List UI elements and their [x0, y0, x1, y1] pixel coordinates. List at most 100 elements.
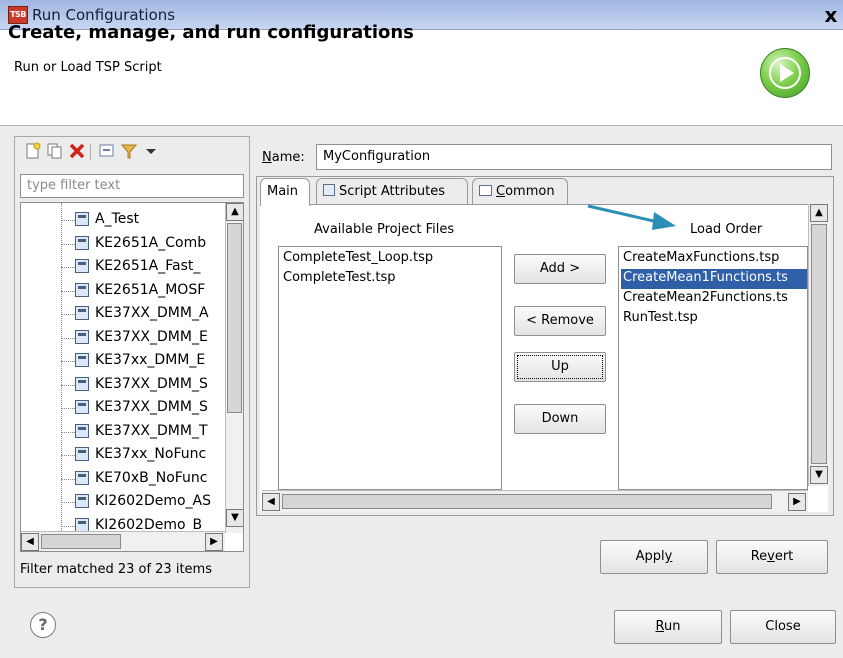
- tree-item-label: KI2602Demo_AS: [95, 493, 211, 509]
- tab-common[interactable]: Common: [472, 178, 568, 204]
- load-order-list[interactable]: CreateMaxFunctions.tsp CreateMean1Functio…: [618, 246, 808, 490]
- tab-common-rest: ommon: [505, 184, 555, 199]
- collapse-all-icon[interactable]: [98, 142, 116, 160]
- tree-connector: [61, 314, 75, 315]
- content-horizontal-scrollbar[interactable]: ◀ ▶: [262, 490, 808, 512]
- down-button[interactable]: Down: [514, 404, 606, 434]
- revert-label-b: ert: [774, 549, 794, 564]
- list-item[interactable]: CompleteTest.tsp: [281, 269, 398, 289]
- run-config-icon: [75, 235, 89, 250]
- tree-item-label: KE70xB_NoFunc: [95, 469, 208, 486]
- run-config-icon: [75, 423, 89, 438]
- close-window-button[interactable]: x: [820, 3, 842, 27]
- tree-item-label: KE2651A_MOSF: [95, 281, 206, 298]
- run-icon: [760, 48, 810, 98]
- tree-connector: [61, 502, 75, 503]
- scroll-down-icon[interactable]: ▼: [226, 509, 243, 527]
- tab-script-attributes[interactable]: Script Attributes: [316, 178, 468, 204]
- available-files-list[interactable]: CompleteTest_Loop.tsp CompleteTest.tsp: [278, 246, 502, 490]
- tree-item-label: KE2651A_Fast_: [95, 258, 201, 274]
- tree-item[interactable]: KE37XX_DMM_S: [21, 397, 225, 419]
- tree-item-label: KE37XX_DMM_T: [95, 422, 208, 439]
- tree-item-label: A_Test: [95, 211, 140, 227]
- run-label: un: [663, 619, 681, 634]
- list-item[interactable]: CreateMean1Functions.ts: [621, 269, 807, 289]
- tree-connector: [61, 431, 75, 433]
- help-button[interactable]: ?: [30, 612, 56, 638]
- scroll-thumb[interactable]: [811, 224, 827, 464]
- tab-main[interactable]: Main: [260, 178, 310, 206]
- tree-connector: [61, 290, 75, 292]
- common-icon: [479, 185, 492, 196]
- header-banner: [0, 30, 843, 126]
- tree-item[interactable]: KI2602Demo_AS: [21, 491, 225, 513]
- tree-item[interactable]: KE70xB_NoFunc: [21, 468, 225, 490]
- scroll-down-icon[interactable]: ▼: [810, 466, 828, 484]
- tree-item[interactable]: KE2651A_Comb: [21, 233, 225, 255]
- load-order-vertical-scrollbar[interactable]: ▲ ▼: [808, 204, 830, 486]
- configuration-tree: A_Test KE2651A_Comb KE2651A_Fast_ KE2651A_M…: [20, 202, 244, 552]
- tab-script-attributes-label: Script Attributes: [339, 184, 446, 199]
- tree-item[interactable]: KE37xx_DMM_E: [21, 350, 225, 372]
- list-item[interactable]: CreateMaxFunctions.tsp: [621, 249, 807, 269]
- scroll-thumb[interactable]: [227, 223, 242, 413]
- tree-item-label: KE2651A_Comb: [95, 234, 207, 251]
- tree-connector: [61, 337, 75, 339]
- toolbar-separator: [90, 144, 91, 160]
- list-item[interactable]: RunTest.tsp: [621, 309, 807, 329]
- tree-item[interactable]: KE37XX_DMM_A: [21, 303, 225, 325]
- apply-label: Appl: [635, 549, 665, 564]
- list-item[interactable]: CreateMean2Functions.ts: [621, 289, 807, 309]
- tree-item[interactable]: KE37xx_NoFunc: [21, 444, 225, 466]
- tree-item[interactable]: KE37XX_DMM_S: [21, 374, 225, 396]
- banner-subtitle: Run or Load TSP Script: [14, 60, 162, 75]
- duplicate-icon[interactable]: [46, 142, 64, 160]
- tree-connector: [61, 384, 75, 386]
- tree-connector: [61, 267, 75, 268]
- tree-item[interactable]: KE2651A_MOSF: [21, 280, 225, 302]
- close-button[interactable]: Close: [730, 610, 836, 644]
- list-item[interactable]: CompleteTest_Loop.tsp: [281, 249, 435, 269]
- tree-item[interactable]: KE37XX_DMM_E: [21, 327, 225, 349]
- new-config-icon[interactable]: [24, 142, 42, 160]
- filter-icon[interactable]: [120, 142, 138, 160]
- tree-connector: [61, 408, 75, 409]
- tree-connector: [61, 243, 75, 245]
- name-label: Name:: [262, 150, 305, 165]
- arrow-annotation: [587, 204, 676, 230]
- scroll-thumb[interactable]: [41, 534, 121, 549]
- run-config-icon: [75, 306, 89, 320]
- revert-button[interactable]: Revert: [716, 540, 828, 574]
- up-button[interactable]: Up: [514, 352, 606, 382]
- scroll-up-icon[interactable]: ▲: [226, 203, 243, 221]
- remove-button[interactable]: < Remove: [514, 306, 606, 336]
- apply-button[interactable]: Apply: [600, 540, 708, 574]
- tree-horizontal-scrollbar[interactable]: ◀ ▶: [21, 531, 225, 551]
- run-button[interactable]: Run: [614, 610, 722, 644]
- tree-vertical-scrollbar[interactable]: ▲ ▼: [225, 203, 243, 533]
- tree-connector: [61, 361, 75, 362]
- tree-item[interactable]: KE37XX_DMM_T: [21, 421, 225, 443]
- scroll-right-icon[interactable]: ▶: [205, 533, 223, 551]
- tree-item[interactable]: A_Test: [21, 209, 225, 231]
- filter-status: Filter matched 23 of 23 items: [20, 562, 212, 577]
- apply-mnemonic: y: [664, 549, 673, 564]
- scroll-up-icon[interactable]: ▲: [810, 204, 828, 222]
- scroll-left-icon[interactable]: ◀: [21, 533, 39, 551]
- scroll-right-icon[interactable]: ▶: [788, 493, 806, 511]
- script-icon: [323, 184, 335, 196]
- run-config-icon: [75, 259, 89, 273]
- filter-input[interactable]: type filter text: [20, 174, 244, 198]
- add-button[interactable]: Add >: [514, 254, 606, 284]
- tree-connector: [61, 220, 75, 221]
- run-config-icon: [75, 282, 89, 297]
- tree-item[interactable]: KE2651A_Fast_: [21, 256, 225, 278]
- tree-item-label: KE37xx_DMM_E: [95, 352, 206, 368]
- scroll-left-icon[interactable]: ◀: [262, 493, 280, 511]
- dropdown-arrow-icon[interactable]: [142, 142, 160, 160]
- name-field[interactable]: MyConfiguration: [316, 144, 832, 170]
- run-config-icon: [75, 517, 89, 532]
- scroll-thumb[interactable]: [282, 494, 772, 509]
- run-mnemonic: R: [655, 619, 664, 634]
- delete-icon[interactable]: [68, 142, 86, 160]
